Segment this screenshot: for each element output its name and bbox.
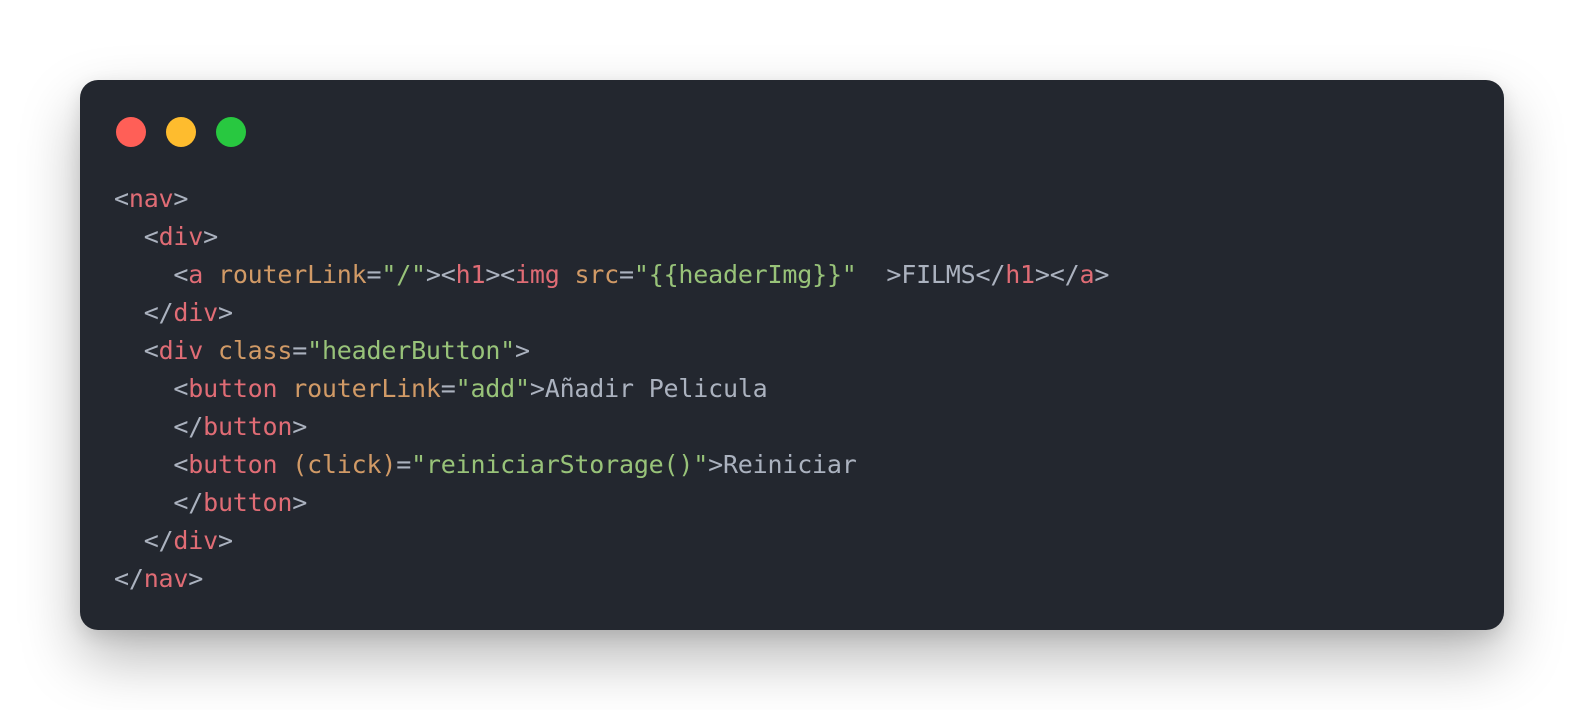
code-token-punctuation [560, 260, 575, 289]
code-line: <div> [114, 218, 1109, 256]
code-token-punctuation: </ [114, 526, 174, 555]
code-token-punctuation: < [114, 374, 189, 403]
code-token-punctuation: < [114, 222, 159, 251]
code-line: <button (click)="reiniciarStorage()">Rei… [114, 446, 1109, 484]
code-token-punctuation [277, 374, 292, 403]
code-token-tag-name: button [203, 412, 293, 441]
code-token-punctuation: > [217, 298, 233, 327]
code-line: <button routerLink="add">Añadir Pelicula [114, 370, 1109, 408]
code-token-punctuation: = [366, 260, 382, 289]
code-token-punctuation: ></ [1034, 260, 1080, 289]
code-token-punctuation: > [173, 184, 189, 213]
code-token-punctuation: </ [114, 298, 174, 327]
code-token-punctuation: = [396, 450, 412, 479]
code-token-punctuation: > [708, 450, 723, 479]
code-token-punctuation: > [1094, 260, 1110, 289]
code-token-tag-name: div [158, 222, 204, 251]
code-token-tag-name: button [188, 374, 278, 403]
code-token-punctuation: >< [485, 260, 516, 289]
code-token-punctuation: > [292, 488, 308, 517]
code-token-punctuation: > [856, 260, 902, 289]
code-token-tag-name: img [515, 260, 560, 289]
code-token-punctuation: > [292, 412, 308, 441]
code-window: <nav> <div> <a routerLink="/"><h1><img s… [80, 80, 1504, 630]
code-token-attribute-name: routerLink [292, 374, 441, 403]
code-token-punctuation: < [114, 336, 159, 365]
code-token-punctuation: > [529, 374, 545, 403]
code-token-punctuation [277, 450, 292, 479]
code-line: <div class="headerButton"> [114, 332, 1109, 370]
code-token-tag-name: button [188, 450, 278, 479]
code-block: <nav> <div> <a routerLink="/"><h1><img s… [114, 180, 1109, 598]
code-token-punctuation [203, 260, 218, 289]
code-line: </div> [114, 294, 1109, 332]
code-token-punctuation: > [203, 222, 218, 251]
code-token-string-value: "/" [381, 260, 426, 289]
code-token-string-value: "add" [455, 374, 530, 403]
code-token-punctuation: < [114, 450, 189, 479]
code-token-string-value: "{{headerImg}}" [633, 260, 857, 289]
code-token-text-content: Añadir Pelicula [544, 374, 768, 403]
code-token-punctuation: >< [425, 260, 456, 289]
code-token-tag-name: nav [128, 184, 174, 213]
code-token-attribute-name: src [574, 260, 620, 289]
close-button[interactable] [116, 117, 146, 147]
code-token-tag-name: h1 [1005, 260, 1035, 289]
code-line: </button> [114, 484, 1109, 522]
code-line: </button> [114, 408, 1109, 446]
code-token-tag-name: h1 [455, 260, 486, 289]
code-line: <a routerLink="/"><h1><img src="{{header… [114, 256, 1109, 294]
code-token-string-value: "headerButton" [307, 336, 516, 365]
code-token-tag-name: a [188, 260, 204, 289]
code-token-text-content: FILMS [901, 260, 976, 289]
code-token-tag-name: button [203, 488, 293, 517]
code-token-punctuation: = [440, 374, 456, 403]
code-token-punctuation: > [217, 526, 233, 555]
code-token-attribute-name: class [217, 336, 293, 365]
code-token-tag-name: div [158, 336, 204, 365]
code-token-punctuation: > [515, 336, 530, 365]
code-token-tag-name: div [173, 526, 218, 555]
code-token-punctuation: </ [114, 488, 204, 517]
code-token-tag-name: a [1079, 260, 1095, 289]
code-token-punctuation: > [188, 564, 204, 593]
code-token-punctuation: </ [975, 260, 1006, 289]
code-token-punctuation: </ [114, 564, 144, 593]
code-token-attribute-name: (click) [292, 450, 397, 479]
code-token-tag-name: nav [143, 564, 189, 593]
code-token-punctuation: </ [114, 412, 204, 441]
code-token-text-content: Reiniciar [722, 450, 857, 479]
code-token-punctuation: < [114, 184, 129, 213]
code-token-tag-name: div [173, 298, 218, 327]
code-token-string-value: "reiniciarStorage()" [411, 450, 709, 479]
code-token-attribute-name: routerLink [217, 260, 367, 289]
code-token-punctuation [203, 336, 218, 365]
code-token-punctuation: < [114, 260, 189, 289]
minimize-button[interactable] [166, 117, 196, 147]
code-token-punctuation: = [292, 336, 308, 365]
code-line: <nav> [114, 180, 1109, 218]
zoom-button[interactable] [216, 117, 246, 147]
code-line: </div> [114, 522, 1109, 560]
code-line: </nav> [114, 560, 1109, 598]
code-token-punctuation: = [619, 260, 634, 289]
